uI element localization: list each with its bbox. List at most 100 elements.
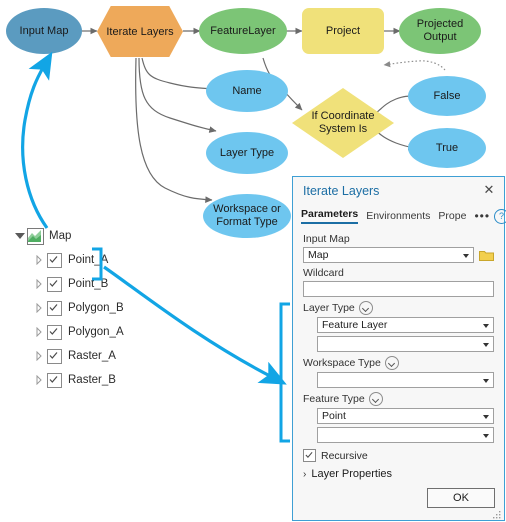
tree-row-map[interactable]: Map [14,224,194,248]
expand-triangle-icon[interactable] [34,303,44,313]
expand-triangle-icon[interactable] [34,255,44,265]
chevron-down-icon[interactable] [463,254,469,258]
node-if-coordinate-system-is[interactable]: If Coordinate System Is [292,88,394,158]
help-icon[interactable]: ? [494,208,506,224]
workspace-type-combo[interactable] [317,372,494,388]
tree-label: Point_A [68,254,109,266]
dialog-tabs[interactable]: Parameters Environments Prope ••• ? [301,207,506,225]
layer-checkbox[interactable] [47,348,62,364]
expand-triangle-icon[interactable] [34,279,44,289]
node-label: True [435,141,459,154]
chevron-down-circle-icon[interactable] [384,356,399,370]
expand-triangle-icon[interactable] [34,351,44,361]
screenshot-root: Input Map Iterate Layers FeatureLayer Pr… [0,0,506,522]
combo-value: Map [308,249,329,261]
chevron-down-circle-icon[interactable] [358,301,373,315]
feature-type-combo-empty[interactable] [317,427,494,443]
feedback-connector [383,60,446,71]
recursive-checkbox[interactable] [303,449,316,462]
label-text: Input Map [303,233,350,245]
layer-checkbox[interactable] [47,276,62,292]
feature-type-combo[interactable]: Point [317,408,494,424]
tree-label: Raster_A [68,350,116,362]
node-label: Input Map [19,24,69,37]
tree-row-layer[interactable]: Raster_A [14,344,194,368]
tree-label: Point_B [68,278,109,290]
layer-type-combo-empty[interactable] [317,336,494,352]
tree-row-layer[interactable]: Point_A [14,248,194,272]
workspace-type-label: Workspace Type [303,356,494,370]
chevron-right-icon[interactable]: › [303,469,306,480]
tree-row-layer[interactable]: Polygon_A [14,320,194,344]
layer-properties-expander[interactable]: › Layer Properties [303,468,494,480]
input-map-combo[interactable]: Map [303,247,474,263]
chevron-down-icon[interactable] [483,324,489,328]
node-projected-output[interactable]: Projected Output [399,8,481,54]
expand-triangle-icon[interactable] [34,375,44,385]
workspace-type-row [317,372,494,388]
chevron-down-icon[interactable] [483,415,489,419]
layer-type-extra-row [317,336,494,352]
chevron-down-icon[interactable] [483,434,489,438]
tab-properties[interactable]: Prope [438,210,466,222]
contents-tree[interactable]: Map Point_A Point_B Polygon_B Polygon_A … [14,224,194,392]
input-map-row: Map [303,247,494,263]
layer-checkbox[interactable] [47,252,62,268]
tree-label: Map [49,230,72,242]
chevron-down-icon[interactable] [483,379,489,383]
recursive-checkbox-row[interactable]: Recursive [303,449,494,462]
close-icon[interactable]: ✕ [482,183,496,197]
node-name[interactable]: Name [206,70,288,112]
resize-grip-icon[interactable] [493,510,501,519]
feature-type-row: Point [317,408,494,424]
tree-label: Polygon_B [68,302,124,314]
layer-type-combo[interactable]: Feature Layer [317,317,494,333]
combo-value: Feature Layer [322,319,388,331]
node-label: Iterate Layers [106,25,174,38]
tab-environments[interactable]: Environments [366,210,430,222]
label-text: Wildcard [303,267,344,279]
node-layer-type[interactable]: Layer Type [206,132,288,174]
node-true[interactable]: True [408,128,486,168]
node-label: False [433,89,461,102]
node-label: Layer Type [219,146,275,159]
expand-triangle-icon[interactable] [34,327,44,337]
node-label: Name [232,84,262,97]
node-label: Workspace or Format Type [213,203,281,228]
dialog-body: Input Map Map Wildcard Layer Type Featur… [293,229,504,480]
layer-type-label: Layer Type [303,301,494,315]
layer-checkbox[interactable] [47,372,62,388]
node-label: FeatureLayer [210,24,276,37]
node-input-map[interactable]: Input Map [6,8,82,54]
expand-triangle-icon[interactable] [14,231,25,241]
iterate-layers-dialog[interactable]: Iterate Layers ✕ Parameters Environments… [292,176,506,521]
node-iterate-layers[interactable]: Iterate Layers [97,6,183,57]
overflow-menu-icon[interactable]: ••• [474,209,490,223]
wildcard-input[interactable] [303,281,494,297]
tree-row-layer[interactable]: Polygon_B [14,296,194,320]
input-map-label: Input Map [303,233,494,245]
tab-parameters[interactable]: Parameters [301,208,359,224]
tree-row-layer[interactable]: Raster_B [14,368,194,392]
label-text: Workspace Type [303,357,381,369]
node-label: Projected Output [416,18,464,43]
wildcard-label: Wildcard [303,267,494,279]
ok-button[interactable]: OK [427,488,495,508]
combo-value: Point [322,410,346,422]
chevron-down-icon[interactable] [483,343,489,347]
node-workspace-or-format-type[interactable]: Workspace or Format Type [203,194,291,238]
tree-row-layer[interactable]: Point_B [14,272,194,296]
tree-label: Polygon_A [68,326,124,338]
layer-checkbox[interactable] [47,300,62,316]
feature-type-extra-row [317,427,494,443]
folder-icon[interactable] [479,249,494,262]
node-label: If Coordinate System Is [311,110,375,135]
recursive-label: Recursive [321,449,368,462]
node-label: Project [325,24,361,37]
layer-checkbox[interactable] [47,324,62,340]
label-text: Layer Type [303,302,355,314]
node-false[interactable]: False [408,76,486,116]
node-project[interactable]: Project [302,8,384,54]
node-featurelayer[interactable]: FeatureLayer [199,8,287,54]
chevron-down-circle-icon[interactable] [368,392,383,406]
